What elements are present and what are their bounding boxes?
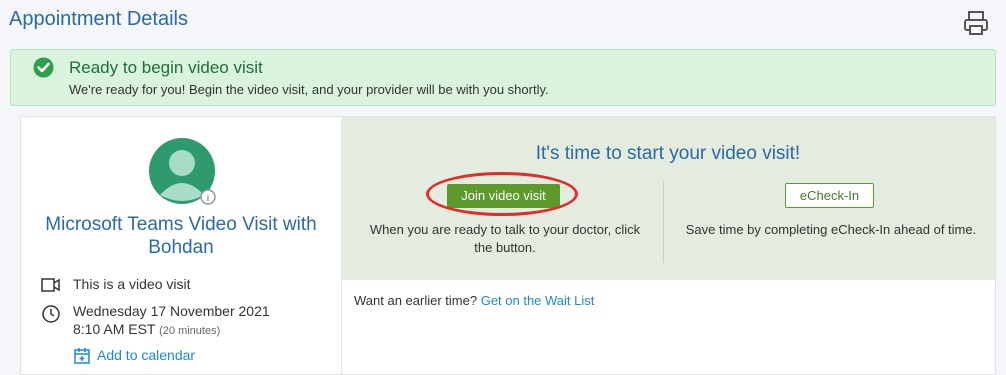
video-camera-icon (41, 278, 60, 292)
start-visit-panel: It's time to start your video visit! Joi… (341, 117, 995, 280)
check-circle-icon (33, 57, 54, 78)
banner-subtitle: We're ready for you! Begin the video vis… (69, 82, 549, 97)
add-to-calendar-link[interactable]: Add to calendar (97, 347, 195, 363)
echeck-description: Save time by completing eCheck-In ahead … (685, 222, 977, 237)
visit-date: Wednesday 17 November 2021 (73, 303, 270, 319)
annotation-highlight-ellipse (426, 172, 578, 216)
waitlist-prompt: Want an earlier time? (354, 293, 478, 308)
print-icon[interactable] (962, 10, 990, 36)
visit-summary-panel: i Microsoft Teams Video Visit with Bohda… (21, 117, 342, 374)
visit-duration: (20 minutes) (159, 325, 221, 337)
ready-banner: Ready to begin video visit We're ready f… (10, 49, 996, 106)
svg-text:i: i (207, 193, 209, 203)
page-title: Appointment Details (9, 8, 188, 30)
join-description: When you are ready to talk to your docto… (369, 222, 641, 255)
column-divider (663, 181, 664, 263)
waitlist-link[interactable]: Get on the Wait List (481, 293, 595, 308)
banner-title: Ready to begin video visit (69, 58, 263, 77)
visit-time: 8:10 AM EST (73, 321, 156, 337)
calendar-icon (74, 348, 90, 364)
start-visit-heading: It's time to start your video visit! (535, 143, 801, 164)
visit-type: This is a video visit (73, 276, 191, 292)
echeck-in-button[interactable]: eCheck-In (785, 183, 874, 208)
appointment-card: i Microsoft Teams Video Visit with Bohda… (20, 116, 996, 375)
waitlist-row: Want an earlier time? Get on the Wait Li… (354, 293, 594, 308)
clock-icon (42, 305, 60, 323)
visit-title: Microsoft Teams Video Visit with Bohdan (45, 214, 317, 258)
avatar-icon: i (149, 138, 216, 205)
visit-time-line: 8:10 AM EST (20 minutes) (73, 321, 220, 337)
